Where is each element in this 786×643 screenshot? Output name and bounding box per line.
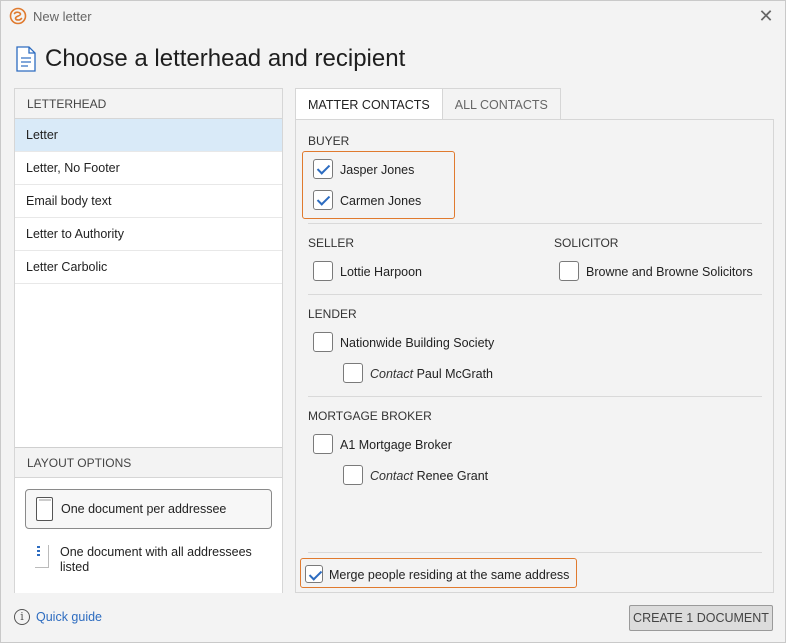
letterhead-item-letter[interactable]: Letter (15, 119, 282, 152)
buyer-jasper-jones-label: Jasper Jones (340, 163, 415, 177)
seller-lottie-harpoon-label: Lottie Harpoon (340, 265, 423, 279)
single-page-icon (36, 497, 53, 521)
close-icon: ✕ (758, 5, 774, 26)
layout-option-all-addressees[interactable]: One document with all addressees listed (25, 545, 272, 575)
mortgage-broker-section-label: MORTGAGE BROKER (308, 409, 432, 423)
contact-prefix: Contact (370, 469, 414, 483)
section-divider (308, 396, 762, 397)
solicitor-browne-label: Browne and Browne Solicitors (586, 265, 753, 279)
lender-contact-label: Contact Paul McGrath (370, 367, 493, 381)
mortgage-broker-contact-label: Contact Renee Grant (370, 469, 488, 483)
seller-lottie-harpoon-checkbox[interactable] (313, 261, 333, 281)
new-letter-dialog: New letter ✕ Choose a letterhead and rec… (0, 0, 786, 643)
layout-option-label: One document per addressee (61, 502, 227, 516)
list-page-icon (35, 545, 52, 569)
lender-nationwide-label: Nationwide Building Society (340, 336, 495, 350)
merge-address-checkbox[interactable] (305, 565, 323, 583)
layout-option-label: One document with all addressees listed (60, 545, 252, 574)
letterhead-item-letter-to-authority[interactable]: Letter to Authority (15, 218, 282, 251)
layout-options-header: LAYOUT OPTIONS (15, 448, 282, 478)
mortgage-broker-contact-checkbox[interactable] (343, 465, 363, 485)
buyer-section-label: BUYER (308, 134, 350, 148)
solicitor-section-label: SOLICITOR (554, 236, 619, 250)
title-bar: New letter ✕ (1, 1, 785, 31)
letterhead-item-letter-carbolic[interactable]: Letter Carbolic (15, 251, 282, 284)
mortgage-broker-a1-checkbox[interactable] (313, 434, 333, 454)
tab-matter-contacts[interactable]: MATTER CONTACTS (295, 88, 443, 120)
tab-all-contacts[interactable]: ALL CONTACTS (442, 88, 561, 120)
lender-contact-checkbox[interactable] (343, 363, 363, 383)
lender-section-label: LENDER (308, 307, 357, 321)
page-heading: Choose a letterhead and recipient (15, 45, 405, 73)
contact-name: Renee Grant (416, 469, 489, 483)
quick-guide-link[interactable]: i Quick guide (14, 609, 102, 625)
lender-nationwide-checkbox[interactable] (313, 332, 333, 352)
contact-name: Paul McGrath (416, 367, 493, 381)
section-divider (308, 223, 762, 224)
contact-tabs: MATTER CONTACTS ALL CONTACTS (295, 88, 561, 120)
letterhead-item-letter-no-footer[interactable]: Letter, No Footer (15, 152, 282, 185)
contact-prefix: Contact (370, 367, 414, 381)
contacts-panel: BUYER Jasper Jones Carmen Jones SELLER L… (295, 119, 774, 593)
buyer-jasper-jones-checkbox[interactable] (313, 159, 333, 179)
quick-guide-label: Quick guide (36, 610, 103, 624)
seller-section-label: SELLER (308, 236, 355, 250)
layout-options-panel: LAYOUT OPTIONS One document per addresse… (15, 447, 282, 593)
info-icon: i (14, 609, 30, 625)
solicitor-browne-checkbox[interactable] (559, 261, 579, 281)
letterhead-panel: LETTERHEAD Letter Letter, No Footer Emai… (14, 88, 283, 593)
document-icon (16, 46, 36, 72)
letterhead-item-email-body-text[interactable]: Email body text (15, 185, 282, 218)
window-title: New letter (33, 8, 92, 24)
buyer-carmen-jones-label: Carmen Jones (340, 194, 422, 208)
close-button[interactable]: ✕ (755, 5, 777, 27)
app-logo-icon (9, 7, 27, 25)
mortgage-broker-a1-label: A1 Mortgage Broker (340, 438, 452, 452)
page-title: Choose a letterhead and recipient (45, 45, 406, 72)
layout-option-per-addressee[interactable]: One document per addressee (25, 489, 272, 529)
create-document-button[interactable]: CREATE 1 DOCUMENT (629, 605, 773, 631)
buyer-carmen-jones-checkbox[interactable] (313, 190, 333, 210)
section-divider (308, 552, 762, 553)
merge-address-label: Merge people residing at the same addres… (329, 568, 570, 582)
letterhead-header: LETTERHEAD (15, 89, 282, 119)
section-divider (308, 294, 762, 295)
